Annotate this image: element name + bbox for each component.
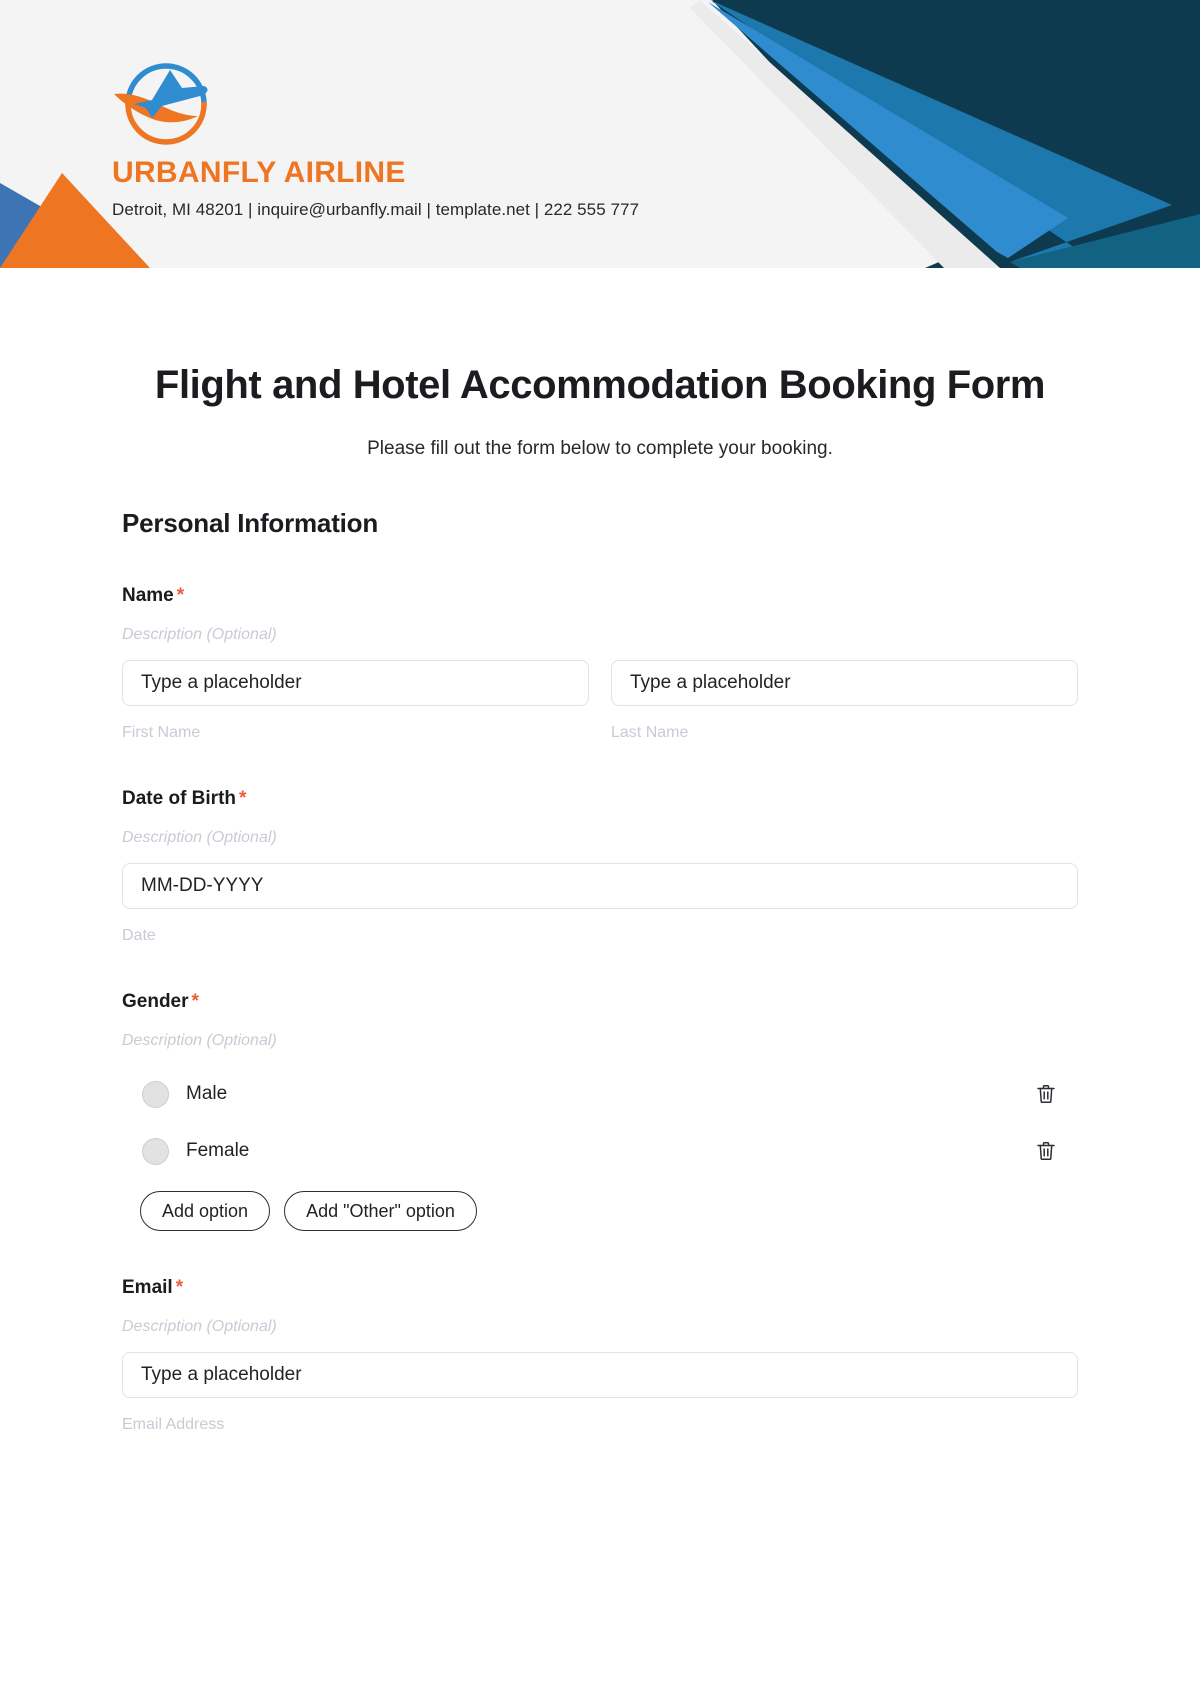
field-gender-label: Gender * <box>122 991 1078 1014</box>
form-sheet: Flight and Hotel Accommodation Booking F… <box>0 268 1200 1435</box>
field-name: Name * Description (Optional) Type a plac… <box>122 539 1078 742</box>
gender-option-buttons: Add option Add "Other" option <box>122 1191 1078 1232</box>
field-gender-label-text: Gender <box>122 991 189 1013</box>
radio-icon[interactable] <box>142 1137 169 1165</box>
field-dob-label-text: Date of Birth <box>122 788 236 810</box>
deco-blue-blade-mid <box>710 0 1172 262</box>
required-marker: * <box>176 585 185 606</box>
date-of-birth-input[interactable]: MM-DD-YYYY <box>122 863 1078 910</box>
field-dob-description: Description (Optional) <box>122 828 277 846</box>
gender-option-list: Male Female <box>122 1074 1078 1171</box>
last-name-input[interactable]: Type a placeholder <box>611 659 1078 706</box>
add-other-option-button[interactable]: Add "Other" option <box>284 1191 477 1232</box>
email-column: Type a placeholder Email Address <box>122 1352 1078 1434</box>
name-inputs-row: Type a placeholder First Name Type a pla… <box>122 659 1078 742</box>
deco-navy-wedge <box>712 0 1200 268</box>
trash-icon[interactable] <box>1032 1080 1060 1108</box>
last-name-sub-label: Last Name <box>611 723 689 741</box>
field-email: Email * Description (Optional) Type a pla… <box>122 1231 1078 1434</box>
field-gender-description: Description (Optional) <box>122 1032 277 1050</box>
required-marker: * <box>239 788 247 810</box>
first-name-sub-label: First Name <box>122 723 201 741</box>
required-marker: * <box>175 1277 184 1299</box>
field-email-label: Email * <box>122 1277 1078 1300</box>
field-name-label: Name * <box>122 585 1078 608</box>
field-email-label-text: Email <box>122 1277 173 1299</box>
last-name-column: Type a placeholder Last Name <box>611 659 1078 742</box>
required-marker: * <box>191 991 199 1013</box>
field-dob-label: Date of Birth * <box>122 788 1078 811</box>
field-date-of-birth: Date of Birth * Description (Optional) MM… <box>122 742 1078 945</box>
gender-option-label: Female <box>186 1140 250 1162</box>
deco-grey-shard <box>690 0 1000 268</box>
field-name-description: Description (Optional) <box>122 625 277 643</box>
first-name-column: Type a placeholder First Name <box>122 659 589 742</box>
radio-icon[interactable] <box>142 1080 169 1108</box>
field-email-description: Description (Optional) <box>122 1318 277 1336</box>
brand-contact-line: Detroit, MI 48201 | inquire@urbanfly.mai… <box>112 200 639 219</box>
page-header: URBANFLY AIRLINE Detroit, MI 48201 | inq… <box>0 0 1200 268</box>
gender-option-row-female[interactable]: Female <box>122 1131 1078 1171</box>
brand-block: URBANFLY AIRLINE Detroit, MI 48201 | inq… <box>110 48 730 220</box>
gender-option-row-male[interactable]: Male <box>122 1074 1078 1114</box>
airplane-circle-logo-icon <box>112 48 220 148</box>
dob-column: MM-DD-YYYY Date <box>122 863 1078 945</box>
trash-icon[interactable] <box>1032 1137 1060 1165</box>
deco-teal-shard <box>1010 214 1200 268</box>
deco-navy-wedge-2 <box>712 0 1200 268</box>
gender-option-label: Male <box>186 1083 228 1105</box>
email-sub-label: Email Address <box>122 1416 225 1434</box>
field-name-label-text: Name <box>122 585 174 606</box>
field-gender: Gender * Description (Optional) Male Fem… <box>122 945 1078 1232</box>
section-title-personal-information: Personal Information <box>122 508 379 538</box>
add-option-button[interactable]: Add option <box>140 1191 271 1232</box>
email-input-row: Type a placeholder Email Address <box>122 1352 1078 1434</box>
first-name-input[interactable]: Type a placeholder <box>122 659 589 706</box>
dob-input-row: MM-DD-YYYY Date <box>122 863 1078 945</box>
email-input[interactable]: Type a placeholder <box>122 1352 1078 1399</box>
deco-blue-blade-bright <box>708 2 1068 258</box>
brand-name: URBANFLY AIRLINE <box>112 156 406 189</box>
page-title: Flight and Hotel Accommodation Booking F… <box>154 363 1046 407</box>
dob-sub-label: Date <box>122 927 156 945</box>
page-subtitle: Please fill out the form below to comple… <box>367 438 833 459</box>
